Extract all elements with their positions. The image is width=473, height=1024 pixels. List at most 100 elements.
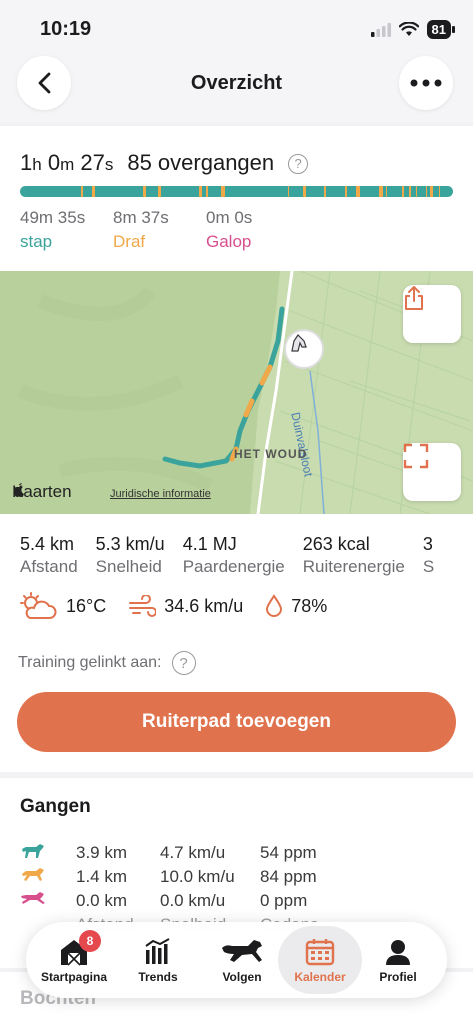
gait-trot-distance: 1.4 km (76, 867, 128, 886)
stat-truncated-value: 3 (422, 534, 433, 554)
gait-walk-distance: 3.9 km (76, 843, 128, 862)
gait-gallop-speed: 0.0 km/u (160, 891, 226, 910)
map-label-woud: HET WOUD (234, 447, 308, 461)
stat-speed-label: Snelheid (95, 557, 162, 576)
gait-gallop: 0m 0s Galop (206, 208, 299, 252)
stat-distance: 5.4 km Afstand (20, 534, 78, 577)
duration-minutes: 0 (41, 150, 61, 175)
legal-link[interactable]: Juridische informatie (110, 488, 211, 500)
gait-row-walk: 3.9 km 4.7 km/u 54 ppm (20, 841, 319, 865)
gait-segment-walk-background (20, 186, 453, 197)
duration-summary: 1h 0m 27s 85 overgangen ? (20, 150, 309, 176)
stat-rider-energy: 263 kcal Ruiterenergie (303, 534, 405, 577)
transitions-count: 85 overgangen (127, 150, 275, 175)
stat-rider-energy-value: 263 kcal (302, 534, 370, 554)
gait-segment-trot (430, 186, 433, 197)
stats-row: 5.4 km Afstand 5.3 km/u Snelheid 4.1 MJ … (20, 534, 452, 577)
stat-rider-energy-label: Ruiterenergie (302, 557, 405, 576)
help-icon[interactable]: ? (288, 153, 309, 174)
training-linked: Training gelinkt aan: ? (18, 651, 196, 675)
gait-row-trot: 1.4 km 10.0 km/u 84 ppm (20, 865, 319, 889)
tab-startpagina[interactable]: 8 Startpagina (32, 926, 116, 994)
tab-trends-label: Trends (138, 970, 178, 984)
stat-horse-energy-value: 4.1 MJ (182, 534, 237, 554)
gait-segment-trot (206, 186, 208, 197)
tab-trends[interactable]: Trends (116, 926, 200, 994)
gait-segment-trot (303, 186, 306, 197)
horse-head-icon (291, 334, 307, 352)
tab-volgen[interactable]: Volgen (200, 926, 284, 994)
signal-icon (370, 22, 391, 37)
nav-header: Overzicht (0, 56, 473, 122)
gait-trot: 8m 37s Draf (113, 208, 206, 252)
profile-icon (384, 936, 412, 968)
gait-segment-trot (288, 186, 289, 197)
gait-segment-trot (426, 186, 427, 197)
wind-value: 34.6 km/u (164, 595, 244, 616)
fullscreen-button[interactable] (403, 443, 461, 501)
share-button[interactable] (403, 285, 461, 343)
stat-horse-energy-label: Paardenergie (182, 557, 285, 576)
weather-temperature: 16°C (18, 592, 106, 620)
gait-trot-time: 8m 37s (113, 208, 169, 227)
tab-bar: 8 Startpagina Trends Volgen Kalender Pro… (26, 922, 447, 998)
stat-distance-label: Afstand (20, 557, 78, 576)
gait-segment-trot (356, 186, 360, 197)
share-icon (405, 286, 423, 310)
gait-gallop-label: Galop (206, 232, 252, 251)
horse-avatar[interactable] (284, 329, 324, 369)
training-linked-label: Training gelinkt aan: (18, 654, 162, 671)
training-help-icon[interactable]: ? (171, 651, 196, 675)
route-map[interactable]: Duinvalsloot HET WOUD Kaarten Juridische… (0, 271, 473, 514)
tab-volgen-label: Volgen (222, 970, 262, 984)
duration-hours: 1 (20, 150, 33, 175)
tab-profiel[interactable]: Profiel (356, 926, 440, 994)
gait-segment-trot (158, 186, 161, 197)
stat-truncated-label: S (422, 557, 435, 576)
tab-kalender-label: Kalender (294, 970, 346, 984)
status-bar: 10:19 81 (0, 0, 473, 60)
more-dots-icon (410, 79, 442, 87)
humidity-value: 78% (291, 595, 328, 616)
wind-icon (129, 595, 157, 617)
gait-walk-time: 49m 35s (20, 208, 86, 227)
partly-cloudy-icon (20, 592, 57, 619)
duration-hours-unit: h (32, 155, 42, 174)
trends-icon (143, 936, 173, 968)
horse-icon (220, 936, 264, 968)
gait-segment-trot (324, 186, 326, 197)
tab-startpagina-label: Startpagina (40, 970, 107, 984)
stat-truncated: 3 S (423, 534, 434, 577)
total-duration: 1h 0m 27s (20, 150, 113, 176)
expand-icon (403, 443, 429, 469)
gait-trot-speed: 10.0 km/u (160, 867, 235, 886)
gait-row-gallop: 0.0 km 0.0 km/u 0 ppm (20, 889, 319, 913)
tab-profiel-label: Profiel (379, 970, 417, 984)
weather-humidity: 78% (265, 594, 327, 618)
gait-gallop-rate: 0 ppm (260, 891, 308, 910)
gait-timeline-bar (20, 186, 453, 197)
gait-walk-label: stap (20, 232, 53, 251)
gait-gallop-distance: 0.0 km (76, 891, 128, 910)
gait-segment-trot (439, 186, 440, 197)
duration-minutes-unit: m (60, 155, 75, 174)
gait-segment-trot (416, 186, 417, 197)
tab-kalender[interactable]: Kalender (278, 926, 362, 994)
droplet-icon (266, 594, 283, 617)
gait-trot-rate: 84 ppm (260, 867, 317, 886)
horse-walk-icon (20, 843, 76, 864)
more-options-button[interactable] (399, 56, 453, 110)
add-route-button[interactable]: Ruiterpad toevoegen (17, 692, 456, 752)
gait-segment-trot (409, 186, 411, 197)
stat-horse-energy: 4.1 MJ Paardenergie (183, 534, 285, 577)
weather-row: 16°C 34.6 km/u 78% (18, 592, 349, 620)
gait-segment-trot (143, 186, 146, 197)
duration-seconds-unit: s (104, 155, 114, 174)
gait-trot-label: Draf (113, 232, 146, 251)
gait-segment-trot (402, 186, 404, 197)
apple-logo-icon (13, 483, 24, 497)
status-time: 10:19 (40, 18, 92, 40)
status-icons: 81 (370, 20, 456, 39)
horse-trot-icon (20, 867, 76, 888)
gait-segment-trot (92, 186, 95, 197)
